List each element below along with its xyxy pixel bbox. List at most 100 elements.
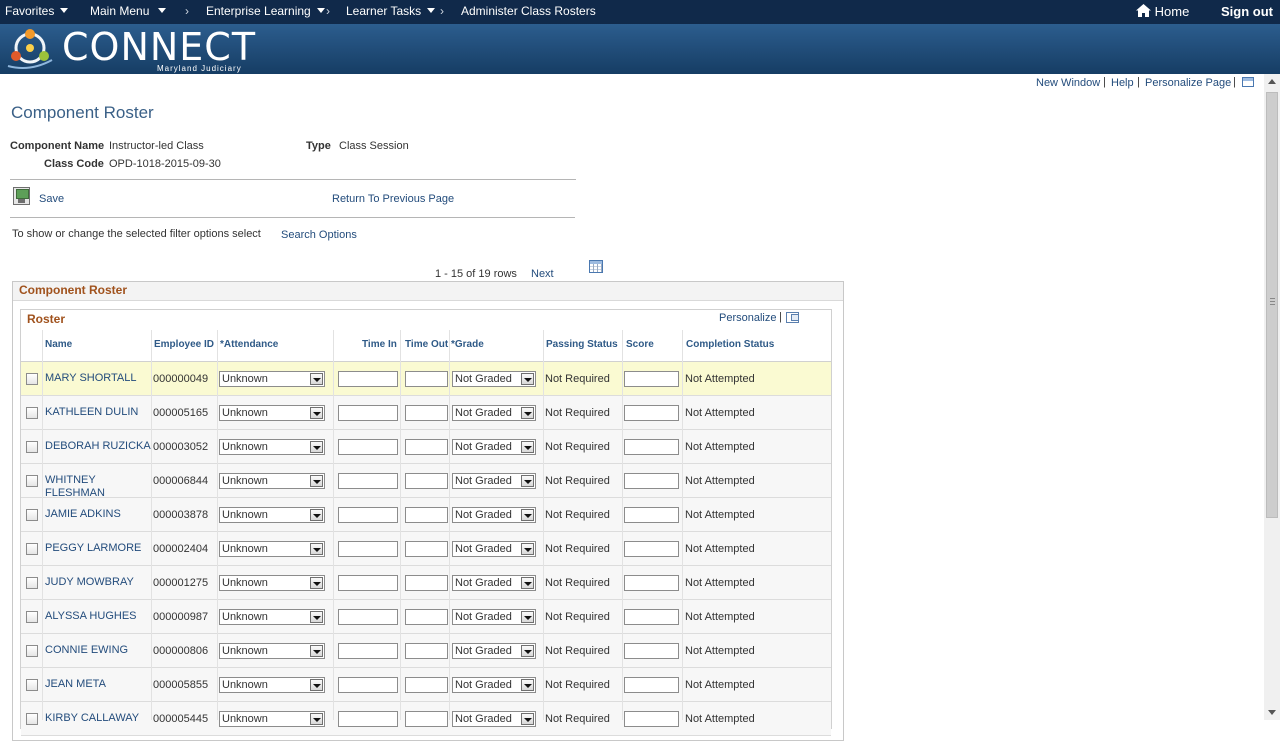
dropdown-arrow-icon[interactable] bbox=[521, 679, 534, 691]
return-to-previous-page-link[interactable]: Return To Previous Page bbox=[332, 193, 454, 205]
search-options-link[interactable]: Search Options bbox=[281, 229, 357, 241]
row-select-checkbox[interactable] bbox=[26, 509, 38, 521]
dropdown-arrow-icon[interactable] bbox=[521, 611, 534, 623]
dropdown-arrow-icon[interactable] bbox=[521, 713, 534, 725]
help-link[interactable]: Help bbox=[1111, 77, 1134, 89]
grade-select[interactable]: Not Graded bbox=[452, 575, 536, 591]
time-in-input[interactable] bbox=[338, 371, 398, 387]
row-select-checkbox[interactable] bbox=[26, 679, 38, 691]
dropdown-arrow-icon[interactable] bbox=[310, 577, 323, 589]
grade-select[interactable]: Not Graded bbox=[452, 405, 536, 421]
dropdown-arrow-icon[interactable] bbox=[310, 475, 323, 487]
time-out-input[interactable] bbox=[405, 541, 448, 557]
learner-tasks-menu[interactable]: Learner Tasks bbox=[346, 4, 436, 18]
table-row[interactable]: JEAN META 000005855 Unknown Not Graded Not R… bbox=[21, 668, 831, 702]
dropdown-arrow-icon[interactable] bbox=[521, 509, 534, 521]
attendance-select[interactable]: Unknown bbox=[219, 711, 325, 727]
table-row[interactable]: DEBORAH RUZICKA 000003052 Unknown Not Grade… bbox=[21, 430, 831, 464]
time-out-input[interactable] bbox=[405, 575, 448, 591]
column-header-score[interactable]: Score bbox=[626, 339, 654, 350]
save-icon[interactable] bbox=[13, 187, 30, 205]
time-out-input[interactable] bbox=[405, 507, 448, 523]
page-layout-icon[interactable] bbox=[1242, 77, 1254, 87]
attendance-select[interactable]: Unknown bbox=[219, 541, 325, 557]
row-select-checkbox[interactable] bbox=[26, 373, 38, 385]
time-in-input[interactable] bbox=[338, 507, 398, 523]
grade-select[interactable]: Not Graded bbox=[452, 439, 536, 455]
score-input[interactable] bbox=[624, 677, 679, 693]
column-header-employee-id[interactable]: Employee ID bbox=[154, 339, 214, 350]
time-out-input[interactable] bbox=[405, 677, 448, 693]
attendance-select[interactable]: Unknown bbox=[219, 473, 325, 489]
learner-name-link[interactable]: KATHLEEN DULIN bbox=[45, 406, 153, 419]
learner-name-link[interactable]: CONNIE EWING bbox=[45, 644, 153, 657]
learner-name-link[interactable]: DEBORAH RUZICKA bbox=[45, 440, 153, 453]
grade-select[interactable]: Not Graded bbox=[452, 541, 536, 557]
grade-select[interactable]: Not Graded bbox=[452, 371, 536, 387]
attendance-select[interactable]: Unknown bbox=[219, 677, 325, 693]
column-header-attendance[interactable]: *Attendance bbox=[220, 339, 278, 350]
time-in-input[interactable] bbox=[338, 575, 398, 591]
dropdown-arrow-icon[interactable] bbox=[521, 645, 534, 657]
row-select-checkbox[interactable] bbox=[26, 645, 38, 657]
main-menu[interactable]: Main Menu bbox=[90, 4, 167, 18]
table-row[interactable]: JAMIE ADKINS 000003878 Unknown Not Graded No… bbox=[21, 498, 831, 532]
time-out-input[interactable] bbox=[405, 473, 448, 489]
scroll-down-arrow-icon[interactable] bbox=[1268, 710, 1276, 715]
time-out-input[interactable] bbox=[405, 609, 448, 625]
learner-name-link[interactable]: JEAN META bbox=[45, 678, 153, 691]
row-select-checkbox[interactable] bbox=[26, 475, 38, 487]
scroll-up-arrow-icon[interactable] bbox=[1268, 79, 1276, 84]
time-in-input[interactable] bbox=[338, 473, 398, 489]
column-header-grade[interactable]: *Grade bbox=[451, 339, 484, 350]
enterprise-learning-menu[interactable]: Enterprise Learning bbox=[206, 4, 325, 18]
dropdown-arrow-icon[interactable] bbox=[521, 577, 534, 589]
time-out-input[interactable] bbox=[405, 371, 448, 387]
personalize-link[interactable]: Personalize bbox=[719, 312, 776, 324]
download-grid-icon[interactable] bbox=[589, 260, 603, 273]
row-select-checkbox[interactable] bbox=[26, 441, 38, 453]
dropdown-arrow-icon[interactable] bbox=[310, 509, 323, 521]
column-header-completion-status[interactable]: Completion Status bbox=[686, 339, 774, 350]
time-out-input[interactable] bbox=[405, 439, 448, 455]
column-header-time-in[interactable]: Time In bbox=[362, 339, 397, 350]
score-input[interactable] bbox=[624, 371, 679, 387]
grade-select[interactable]: Not Graded bbox=[452, 677, 536, 693]
learner-name-link[interactable]: ALYSSA HUGHES bbox=[45, 610, 153, 623]
time-in-input[interactable] bbox=[338, 541, 398, 557]
dropdown-arrow-icon[interactable] bbox=[521, 475, 534, 487]
table-row[interactable]: PEGGY LARMORE 000002404 Unknown Not Graded N… bbox=[21, 532, 831, 566]
table-row[interactable]: WHITNEY FLESHMAN 000006844 Unknown Not Grad… bbox=[21, 464, 831, 500]
attendance-select[interactable]: Unknown bbox=[219, 439, 325, 455]
time-in-input[interactable] bbox=[338, 609, 398, 625]
score-input[interactable] bbox=[624, 609, 679, 625]
time-in-input[interactable] bbox=[338, 643, 398, 659]
table-row[interactable]: MARY SHORTALL 000000049 Unknown Not Graded N… bbox=[21, 362, 831, 396]
table-row[interactable]: KIRBY CALLAWAY 000005445 Unknown Not Graded… bbox=[21, 702, 831, 736]
score-input[interactable] bbox=[624, 643, 679, 659]
row-select-checkbox[interactable] bbox=[26, 577, 38, 589]
next-page-link[interactable]: Next bbox=[531, 268, 554, 280]
score-input[interactable] bbox=[624, 405, 679, 421]
dropdown-arrow-icon[interactable] bbox=[310, 543, 323, 555]
score-input[interactable] bbox=[624, 439, 679, 455]
table-row[interactable]: KATHLEEN DULIN 000005165 Unknown Not Graded… bbox=[21, 396, 831, 430]
dropdown-arrow-icon[interactable] bbox=[521, 441, 534, 453]
time-in-input[interactable] bbox=[338, 711, 398, 727]
time-in-input[interactable] bbox=[338, 405, 398, 421]
zoom-grid-icon[interactable] bbox=[786, 312, 799, 323]
personalize-page-link[interactable]: Personalize Page bbox=[1145, 77, 1231, 89]
new-window-link[interactable]: New Window bbox=[1036, 77, 1100, 89]
learner-name-link[interactable]: WHITNEY FLESHMAN bbox=[45, 474, 153, 500]
attendance-select[interactable]: Unknown bbox=[219, 371, 325, 387]
score-input[interactable] bbox=[624, 541, 679, 557]
grade-select[interactable]: Not Graded bbox=[452, 609, 536, 625]
grade-select[interactable]: Not Graded bbox=[452, 507, 536, 523]
column-header-name[interactable]: Name bbox=[45, 339, 72, 350]
learner-name-link[interactable]: JAMIE ADKINS bbox=[45, 508, 153, 521]
learner-name-link[interactable]: MARY SHORTALL bbox=[45, 372, 153, 385]
dropdown-arrow-icon[interactable] bbox=[310, 679, 323, 691]
row-select-checkbox[interactable] bbox=[26, 713, 38, 725]
dropdown-arrow-icon[interactable] bbox=[310, 407, 323, 419]
attendance-select[interactable]: Unknown bbox=[219, 405, 325, 421]
